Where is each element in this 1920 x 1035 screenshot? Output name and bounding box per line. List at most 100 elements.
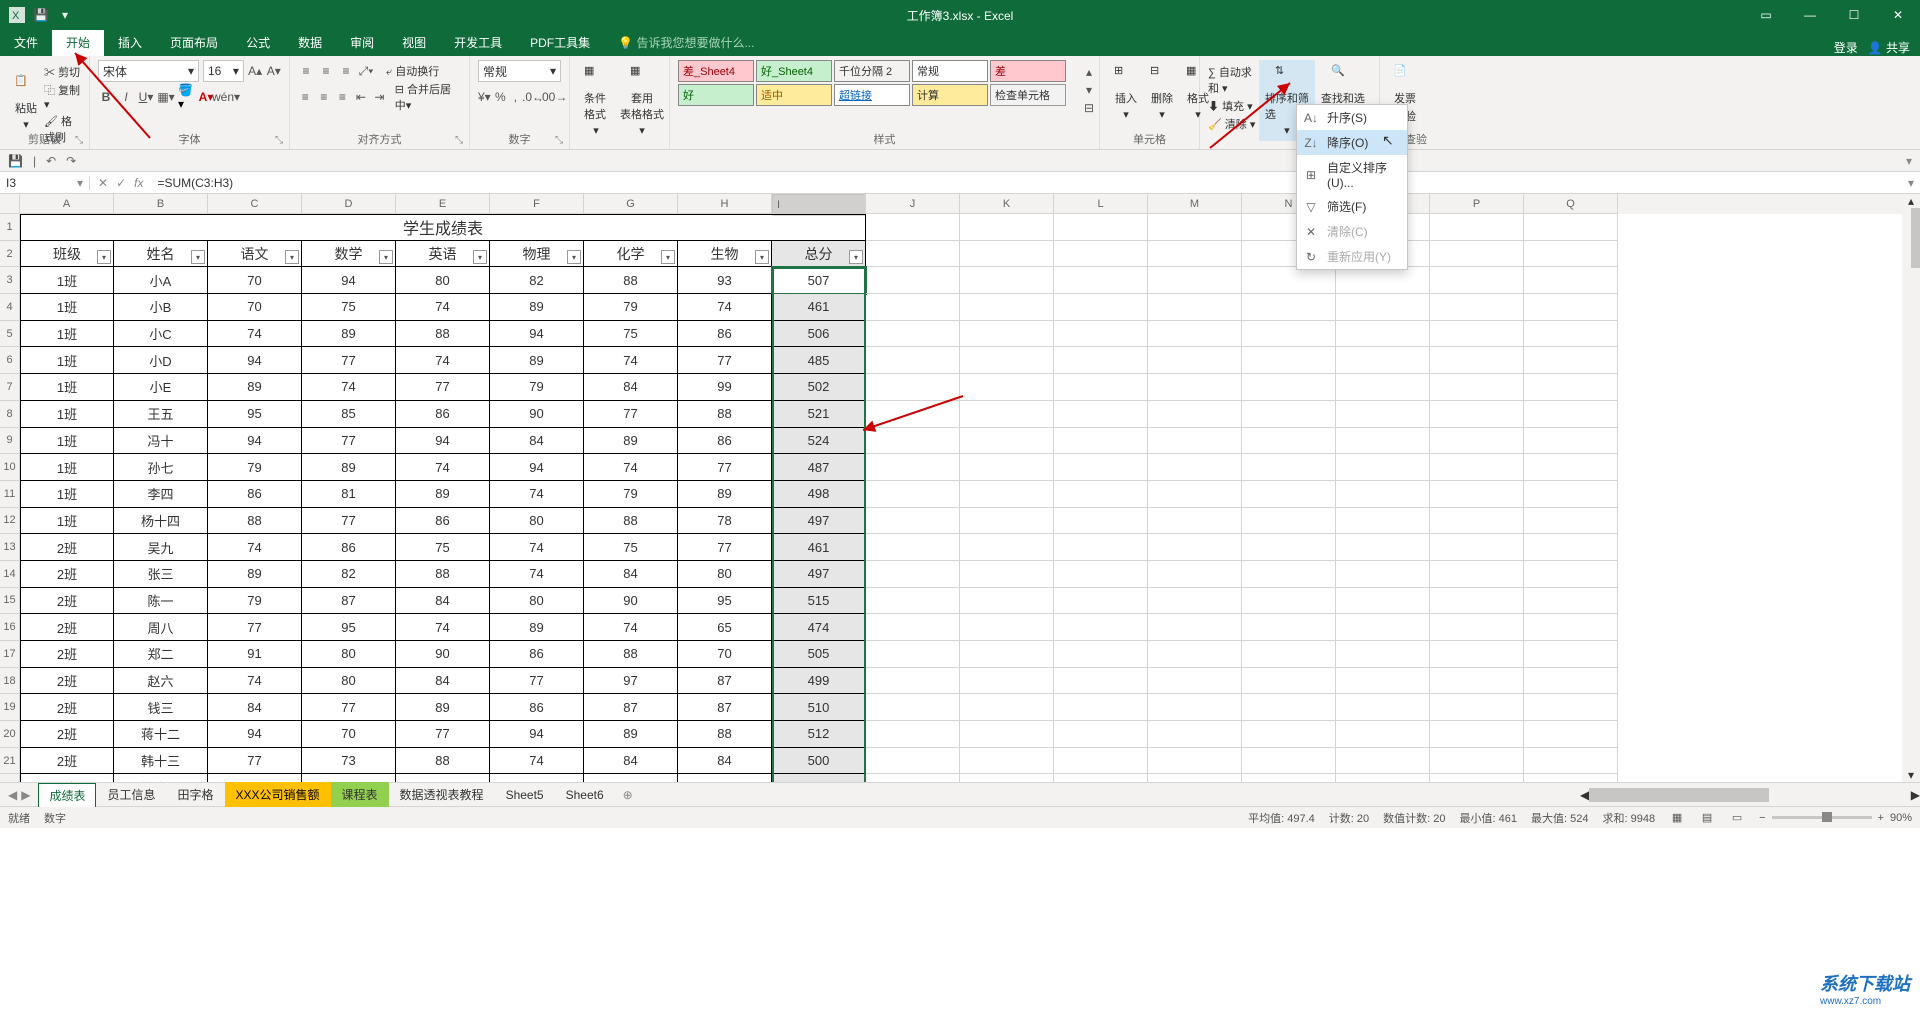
empty-cell[interactable] (1336, 774, 1430, 782)
empty-cell[interactable] (1054, 294, 1148, 321)
empty-cell[interactable] (1242, 347, 1336, 374)
table-cell[interactable]: 77 (302, 347, 396, 374)
align-bottom-icon[interactable]: ≡ (338, 63, 354, 79)
table-cell[interactable]: 1班 (20, 508, 114, 535)
empty-cell[interactable] (1524, 774, 1618, 782)
table-cell[interactable]: 94 (490, 454, 584, 481)
empty-cell[interactable] (866, 294, 960, 321)
table-cell[interactable]: 70 (302, 721, 396, 748)
table-cell[interactable]: 1班 (20, 294, 114, 321)
table-cell[interactable]: 77 (490, 668, 584, 695)
table-cell[interactable]: 515 (772, 588, 866, 615)
table-cell[interactable]: 2班 (20, 614, 114, 641)
empty-cell[interactable] (1054, 401, 1148, 428)
table-cell[interactable]: 94 (302, 267, 396, 294)
table-cell[interactable]: 77 (396, 721, 490, 748)
table-cell[interactable]: 95 (678, 588, 772, 615)
delete-cells-button[interactable]: ⊟删除▾ (1144, 60, 1180, 125)
table-cell[interactable]: 2班 (20, 534, 114, 561)
table-cell[interactable]: 87 (678, 694, 772, 721)
empty-cell[interactable] (1242, 668, 1336, 695)
table-cell[interactable]: 陈一 (114, 588, 208, 615)
scroll-down-icon[interactable]: ▾ (1908, 768, 1914, 782)
tab-layout[interactable]: 页面布局 (156, 29, 232, 56)
table-cell[interactable]: 74 (584, 347, 678, 374)
empty-cell[interactable] (866, 321, 960, 348)
table-cell[interactable]: 95 (208, 401, 302, 428)
select-all-cell[interactable] (0, 194, 20, 214)
underline-icon[interactable]: U▾ (138, 89, 154, 105)
style-good[interactable]: 好_Sheet4 (756, 60, 832, 82)
comma-icon[interactable]: , (510, 89, 521, 105)
table-cell[interactable]: 521 (772, 401, 866, 428)
clear-button[interactable]: 🧹 清除 ▾ (1208, 116, 1259, 132)
table-cell[interactable]: 2班 (20, 588, 114, 615)
empty-cell[interactable] (1242, 534, 1336, 561)
percent-icon[interactable]: % (495, 89, 506, 105)
empty-cell[interactable] (1336, 561, 1430, 588)
table-cell[interactable]: 86 (396, 401, 490, 428)
table-header-cell[interactable]: 英语▾ (396, 241, 490, 268)
empty-cell[interactable] (866, 401, 960, 428)
empty-cell[interactable] (1054, 774, 1148, 782)
table-cell[interactable]: 77 (584, 401, 678, 428)
table-cell[interactable]: 77 (302, 508, 396, 535)
row-header[interactable]: 15 (0, 588, 20, 615)
table-cell[interactable]: 蒋十二 (114, 721, 208, 748)
empty-cell[interactable] (1524, 294, 1618, 321)
empty-cell[interactable] (960, 481, 1054, 508)
tab-file[interactable]: 文件 (0, 29, 52, 56)
filter-dropdown-icon[interactable]: ▾ (661, 250, 675, 264)
empty-cell[interactable] (1148, 774, 1242, 782)
empty-cell[interactable] (1524, 694, 1618, 721)
table-cell[interactable]: 73 (302, 748, 396, 775)
table-cell[interactable]: 84 (490, 428, 584, 455)
caret-down-icon[interactable]: ▾ (56, 6, 74, 24)
scroll-up-icon[interactable]: ▴ (1081, 64, 1097, 80)
table-cell[interactable]: 506 (772, 321, 866, 348)
table-cell[interactable]: 李四 (114, 481, 208, 508)
table-cell[interactable]: 87 (584, 694, 678, 721)
empty-cell[interactable] (1430, 774, 1524, 782)
tab-view[interactable]: 视图 (388, 29, 440, 56)
table-cell[interactable]: 87 (302, 588, 396, 615)
row-header[interactable]: 8 (0, 401, 20, 428)
table-cell[interactable]: 86 (678, 321, 772, 348)
empty-cell[interactable] (1242, 321, 1336, 348)
sheet-tab[interactable]: Sheet6 (555, 784, 615, 806)
empty-cell[interactable] (1430, 561, 1524, 588)
table-cell[interactable]: 497 (772, 561, 866, 588)
empty-cell[interactable] (1148, 481, 1242, 508)
table-cell[interactable]: 冯十 (114, 428, 208, 455)
table-cell[interactable]: 89 (302, 454, 396, 481)
table-cell[interactable]: 1班 (20, 267, 114, 294)
empty-cell[interactable] (960, 267, 1054, 294)
empty-cell[interactable] (960, 694, 1054, 721)
table-cell[interactable]: 512 (772, 721, 866, 748)
table-cell[interactable]: 461 (772, 534, 866, 561)
empty-cell[interactable] (1336, 267, 1430, 294)
empty-cell[interactable] (1524, 668, 1618, 695)
table-cell[interactable]: 90 (396, 641, 490, 668)
fill-color-icon[interactable]: 🪣▾ (178, 89, 194, 105)
table-cell[interactable]: 65 (678, 614, 772, 641)
table-cell[interactable]: 77 (302, 428, 396, 455)
table-cell[interactable]: 2班 (20, 774, 114, 782)
table-cell[interactable]: 75 (584, 534, 678, 561)
table-cell[interactable]: 74 (396, 774, 490, 782)
table-cell[interactable]: 88 (396, 321, 490, 348)
empty-cell[interactable] (1148, 347, 1242, 374)
empty-cell[interactable] (866, 721, 960, 748)
empty-cell[interactable] (1336, 748, 1430, 775)
empty-cell[interactable] (1524, 347, 1618, 374)
tab-scroll-left-icon[interactable]: ◀ (8, 788, 17, 802)
table-cell[interactable]: 77 (678, 534, 772, 561)
empty-cell[interactable] (1242, 401, 1336, 428)
table-cell[interactable]: 74 (490, 561, 584, 588)
filter-dropdown-icon[interactable]: ▾ (379, 250, 393, 264)
conditional-format-button[interactable]: ▦条件格式▾ (578, 60, 614, 141)
table-cell[interactable]: 韩十三 (114, 748, 208, 775)
empty-cell[interactable] (1524, 481, 1618, 508)
tab-pdf[interactable]: PDF工具集 (516, 29, 604, 56)
empty-cell[interactable] (866, 614, 960, 641)
